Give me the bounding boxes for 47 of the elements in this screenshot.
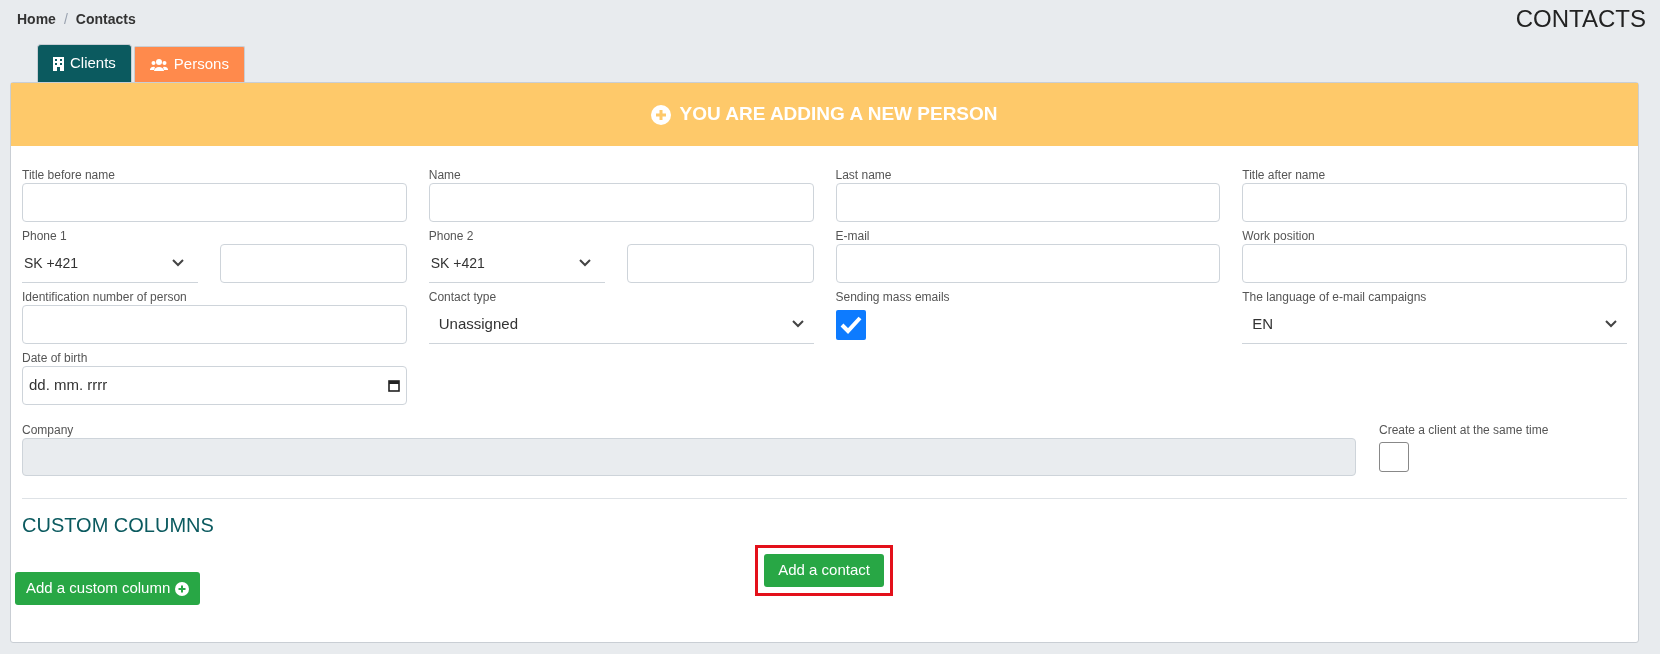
tab[interactable]: Clients [37,44,132,82]
phone-number-field[interactable] [627,244,814,283]
select-field[interactable]: Unassigned [428,305,814,344]
section-heading: CUSTOM COLUMNS [22,515,215,535]
country-code-select[interactable]: SK +421 [22,244,199,283]
plus-circle-icon [651,104,672,125]
field-label: Name [428,168,462,183]
field-label: Last name [835,168,893,183]
select-field[interactable]: EN [1242,305,1627,344]
field-label: Title after name [1242,168,1327,183]
date-field[interactable]: dd. mm. rrrr [22,366,407,405]
field-label: Work position [1242,229,1316,244]
country-code-select[interactable]: SK +421 [428,244,606,283]
text-field[interactable] [835,244,1221,283]
field-label: Date of birth [22,351,89,366]
breadcrumb-link[interactable]: Contacts [75,9,136,30]
field-label: Phone 2 [428,229,475,244]
calendar-icon [387,379,400,392]
text-field[interactable] [1242,244,1627,283]
breadcrumb-separator: / [63,10,68,29]
field-label: Title before name [22,168,116,183]
chevron-down-icon [1605,320,1617,328]
field-label: Sending mass emails [835,290,951,305]
field-label: E-mail [835,229,871,244]
field-label: The language of e-mail campaigns [1242,290,1428,305]
text-field[interactable] [1242,183,1627,222]
chevron-down-icon [791,320,804,328]
checkbox[interactable] [835,309,866,340]
chevron-down-icon [579,259,592,267]
field-label: Company [22,423,75,438]
building-icon [53,56,64,71]
phone-number-field[interactable] [220,244,407,283]
form-title: YOU ARE ADDING A NEW PERSON [679,102,998,127]
breadcrumb-link[interactable]: Home [17,9,56,30]
plus-circle-icon [175,581,190,596]
page-title: CONTACTS [1515,7,1646,31]
people-icon [149,58,168,71]
text-field[interactable] [835,183,1221,222]
field-label: Create a client at the same time [1379,423,1550,438]
text-field[interactable] [22,305,407,344]
field-label: Phone 1 [22,229,68,244]
text-field[interactable] [428,183,814,222]
field-label: Identification number of person [22,290,188,305]
text-field[interactable] [22,183,407,222]
checkbox[interactable] [1379,442,1409,472]
chevron-down-icon [172,259,185,267]
field-label: Contact type [428,290,498,305]
